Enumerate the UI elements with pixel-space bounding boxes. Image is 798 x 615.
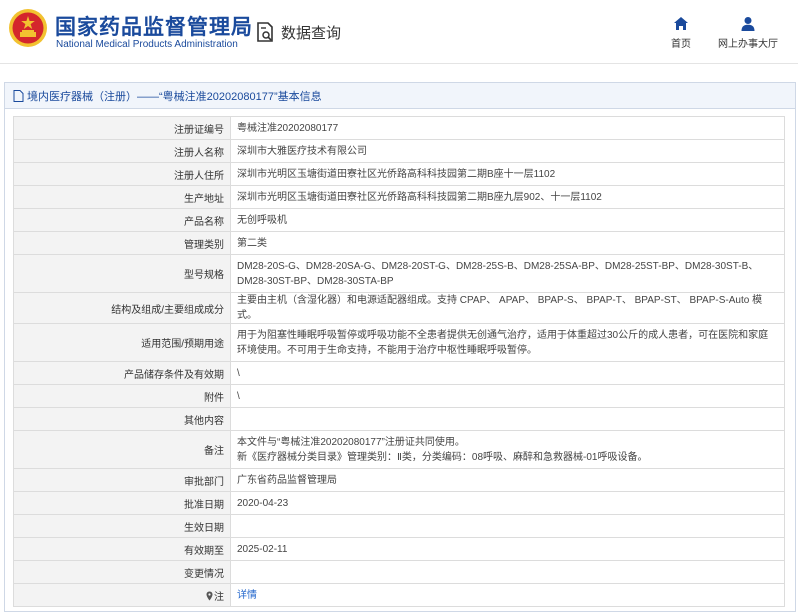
table-row: 生产地址 深圳市光明区玉塘街道田寮社区光侨路高科科技园第二期B座九层902、十一…	[13, 185, 785, 209]
row-label: 产品名称	[13, 208, 231, 232]
row-value: 详情	[230, 583, 785, 607]
data-query-label: 数据查询	[281, 24, 342, 42]
row-label: 适用范围/预期用途	[13, 323, 231, 362]
nav-online-hall[interactable]: 网上办事大厅	[712, 16, 784, 50]
row-value	[230, 407, 785, 431]
table-row: 批准日期 2020-04-23	[13, 491, 785, 515]
table-row: 审批部门 广东省药品监督管理局	[13, 468, 785, 492]
data-query-link[interactable]: 数据查询	[255, 20, 341, 44]
home-icon	[674, 17, 688, 30]
row-value: 2020-04-23	[230, 491, 785, 515]
row-value: 无创呼吸机	[230, 208, 785, 232]
row-label: 其他内容	[13, 407, 231, 431]
row-label: 注册人住所	[13, 162, 231, 186]
row-label: 生产地址	[13, 185, 231, 209]
row-value: 深圳市光明区玉塘街道田寮社区光侨路高科科技园第二期B座十一层1102	[230, 162, 785, 186]
site-header: 国家药品监督管理局 National Medical Products Admi…	[0, 0, 798, 64]
table-row: 适用范围/预期用途 用于为阻塞性睡眠呼吸暂停或呼吸功能不全患者提供无创通气治疗，…	[13, 323, 785, 362]
table-row: 注册人住所 深圳市光明区玉塘街道田寮社区光侨路高科科技园第二期B座十一层1102	[13, 162, 785, 186]
nav-home[interactable]: 首页	[660, 16, 702, 50]
site-subtitle: National Medical Products Administration	[56, 39, 238, 50]
row-value	[230, 514, 785, 538]
row-label: 结构及组成/主要组成成分	[13, 292, 231, 324]
table-row: 产品名称 无创呼吸机	[13, 208, 785, 232]
row-value: 主要由主机（含湿化器）和电源适配器组成。支持 CPAP、 APAP、 BPAP-…	[230, 292, 785, 324]
user-icon	[741, 17, 755, 31]
row-value: 2025-02-11	[230, 537, 785, 561]
row-value: 广东省药品监督管理局	[230, 468, 785, 492]
table-row: 注 详情	[13, 583, 785, 607]
row-value: 深圳市大雅医疗技术有限公司	[230, 139, 785, 163]
row-label: 注	[13, 583, 231, 607]
table-row: 注册人名称 深圳市大雅医疗技术有限公司	[13, 139, 785, 163]
row-label: 生效日期	[13, 514, 231, 538]
table-row: 有效期至 2025-02-11	[13, 537, 785, 561]
row-label: 型号规格	[13, 254, 231, 293]
table-row: 其他内容	[13, 407, 785, 431]
document-icon	[13, 89, 24, 102]
remark-line: 新《医疗器械分类目录》管理类别：Ⅱ类，分类编码：08呼吸、麻醉和急救器械-01呼…	[237, 451, 648, 463]
detail-table: 注册证编号 粤械注准20202080177 注册人名称 深圳市大雅医疗技术有限公…	[13, 116, 785, 607]
table-row: 结构及组成/主要组成成分 主要由主机（含湿化器）和电源适配器组成。支持 CPAP…	[13, 292, 785, 324]
row-label: 批准日期	[13, 491, 231, 515]
row-value: 本文件与“粤械注准20202080177”注册证共同使用。 新《医疗器械分类目录…	[230, 430, 785, 469]
row-value	[230, 560, 785, 584]
table-row: 生效日期	[13, 514, 785, 538]
row-label: 管理类别	[13, 231, 231, 255]
table-row: 附件 \	[13, 384, 785, 408]
remark-line: 本文件与“粤械注准20202080177”注册证共同使用。	[237, 436, 465, 448]
row-label: 有效期至	[13, 537, 231, 561]
row-value: 粤械注准20202080177	[230, 116, 785, 140]
document-search-icon	[257, 22, 273, 42]
location-pin-icon	[206, 591, 213, 600]
table-row: 管理类别 第二类	[13, 231, 785, 255]
nav-home-label: 首页	[671, 39, 691, 50]
row-label: 附件	[13, 384, 231, 408]
table-row: 型号规格 DM28-20S-G、DM28-20SA-G、DM28-20ST-G、…	[13, 254, 785, 293]
table-row: 产品储存条件及有效期 \	[13, 361, 785, 385]
row-value: \	[230, 384, 785, 408]
row-label: 产品储存条件及有效期	[13, 361, 231, 385]
row-label: 备注	[13, 430, 231, 469]
detail-panel: 境内医疗器械（注册）——“粤械注准20202080177”基本信息 注册证编号 …	[4, 82, 796, 612]
row-value: 第二类	[230, 231, 785, 255]
row-label: 注册证编号	[13, 116, 231, 140]
national-emblem-icon	[9, 9, 47, 47]
row-label: 注册人名称	[13, 139, 231, 163]
panel-title: 境内医疗器械（注册）——“粤械注准20202080177”基本信息	[5, 83, 795, 109]
row-label: 变更情况	[13, 560, 231, 584]
row-value: \	[230, 361, 785, 385]
row-value: DM28-20S-G、DM28-20SA-G、DM28-20ST-G、DM28-…	[230, 254, 785, 293]
details-link[interactable]: 详情	[237, 590, 257, 601]
panel-title-text: 境内医疗器械（注册）——“粤械注准20202080177”基本信息	[27, 90, 322, 103]
note-label: 注	[214, 591, 224, 603]
table-row: 变更情况	[13, 560, 785, 584]
site-title: 国家药品监督管理局	[55, 16, 253, 39]
row-label: 审批部门	[13, 468, 231, 492]
nav-online-hall-label: 网上办事大厅	[718, 39, 778, 50]
table-row: 注册证编号 粤械注准20202080177	[13, 116, 785, 140]
row-value: 深圳市光明区玉塘街道田寮社区光侨路高科科技园第二期B座九层902、十一层1102	[230, 185, 785, 209]
table-row: 备注 本文件与“粤械注准20202080177”注册证共同使用。 新《医疗器械分…	[13, 430, 785, 469]
row-value: 用于为阻塞性睡眠呼吸暂停或呼吸功能不全患者提供无创通气治疗，适用于体重超过30公…	[230, 323, 785, 362]
